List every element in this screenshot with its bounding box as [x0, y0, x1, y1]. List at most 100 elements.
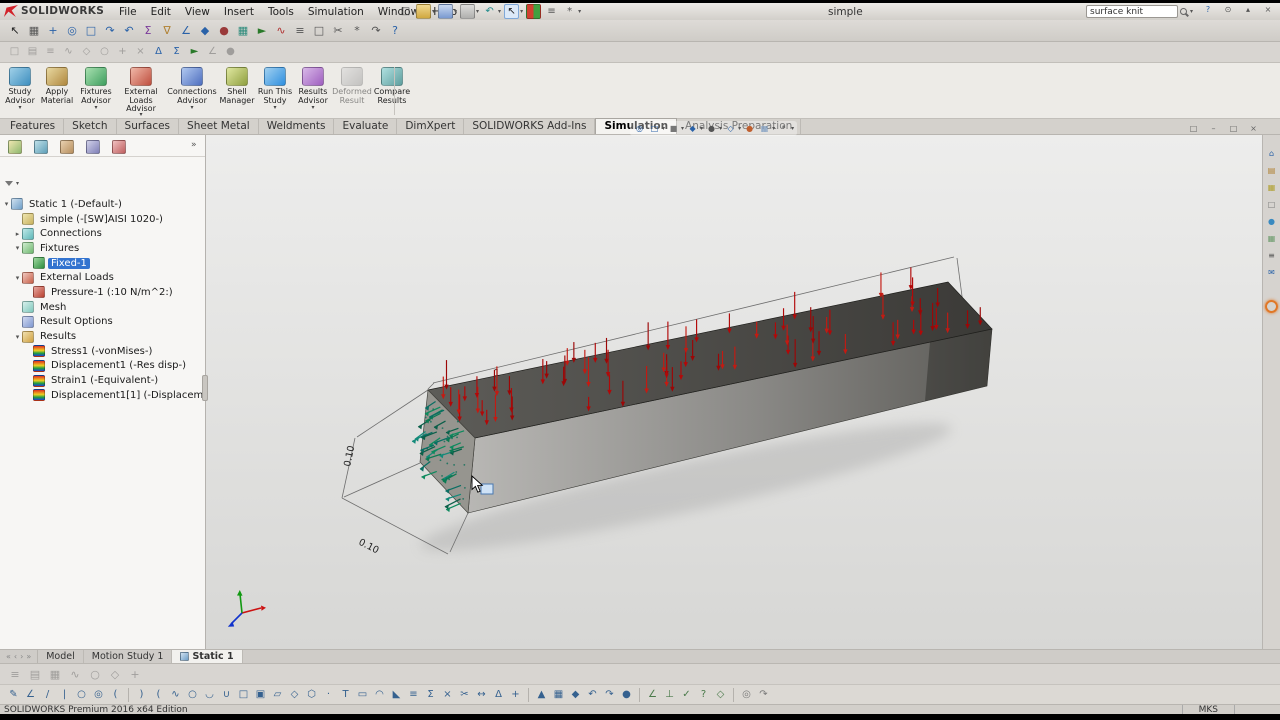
menu-view[interactable]: View: [178, 6, 217, 18]
section-view-icon-caret[interactable]: ▾: [681, 125, 684, 132]
mesh-icon[interactable]: ▦: [235, 23, 251, 39]
study-advisor-button[interactable]: Study Advisor ▾: [3, 65, 37, 117]
tab-evaluate[interactable]: Evaluate: [334, 119, 398, 134]
centerline-icon[interactable]: |: [57, 687, 72, 702]
tree-item-fixtures[interactable]: ▾ Fixtures: [0, 241, 205, 256]
probe-icon[interactable]: ◇: [79, 45, 94, 60]
offset-icon[interactable]: ≡: [406, 687, 421, 702]
design-library-icon[interactable]: ▤: [1265, 164, 1278, 177]
select-all-icon[interactable]: ▦: [26, 23, 42, 39]
results-plot-icon[interactable]: ∿: [273, 23, 289, 39]
study-properties-icon[interactable]: ≡: [43, 45, 58, 60]
split-entities-icon[interactable]: Δ: [491, 687, 506, 702]
fixtures-advisor-caret[interactable]: ▾: [94, 105, 97, 111]
display-style-icon[interactable]: ●: [705, 122, 718, 135]
text-icon[interactable]: T: [338, 687, 353, 702]
note-icon[interactable]: ∿: [67, 666, 83, 682]
line-icon[interactable]: /: [40, 687, 55, 702]
add-relation-icon[interactable]: ⊥: [662, 687, 677, 702]
viewport-minimize-icon[interactable]: –: [1208, 123, 1219, 134]
view-settings-icon[interactable]: *: [777, 122, 790, 135]
menu-edit[interactable]: Edit: [144, 6, 178, 18]
save-icon-caret[interactable]: ▾: [454, 8, 457, 15]
results-advisor-caret[interactable]: ▾: [311, 105, 314, 111]
mirror-entities-icon[interactable]: ▲: [534, 687, 549, 702]
tab-sketch[interactable]: Sketch: [64, 119, 117, 134]
zoom-fit-b-icon[interactable]: ◎: [739, 687, 754, 702]
center-rectangle-icon[interactable]: ▣: [253, 687, 268, 702]
menu-insert[interactable]: Insert: [217, 6, 261, 18]
tab-nav-icon[interactable]: ›: [20, 652, 23, 661]
hide-show-items-icon-caret[interactable]: ▾: [738, 125, 741, 132]
repair-sketch-icon[interactable]: ?: [696, 687, 711, 702]
collapse-icon[interactable]: ▴: [1242, 4, 1254, 16]
view-orientation-icon[interactable]: ◆: [686, 122, 699, 135]
tree-item-static-1-default[interactable]: ▾ Static 1 (-Default-): [0, 197, 205, 212]
smart-dimension-icon[interactable]: ∠: [23, 687, 38, 702]
circle-icon[interactable]: ○: [74, 687, 89, 702]
animate-icon[interactable]: ►: [187, 45, 202, 60]
tab-nav-icon[interactable]: «: [6, 652, 11, 661]
graphics-viewport[interactable]: 1 0.10 0.10 ◎□▾■▾◆▾●▾◇▾●▦▾*▾ □–□×: [206, 121, 1262, 649]
intersection-curve-icon[interactable]: ×: [440, 687, 455, 702]
chamfer-icon[interactable]: ◣: [389, 687, 404, 702]
tree-item-pressure-1-10-n-m-2[interactable]: Pressure-1 (:10 N/m^2:): [0, 285, 205, 300]
search-icon[interactable]: [1180, 8, 1187, 15]
appearances-icon[interactable]: ●: [1265, 215, 1278, 228]
extend-entities-icon[interactable]: ↔: [474, 687, 489, 702]
new-document-icon[interactable]: □: [398, 4, 413, 19]
bottom-tab-model[interactable]: Model: [38, 650, 84, 663]
bottom-tab-static-1[interactable]: Static 1: [172, 650, 243, 663]
tree-item-fixed-1[interactable]: Fixed-1: [0, 256, 205, 271]
circular-pattern-icon[interactable]: ◆: [568, 687, 583, 702]
zoom-to-area-icon-caret[interactable]: ▾: [662, 125, 665, 132]
study-advisor-caret[interactable]: ▾: [18, 105, 21, 111]
apply-scene-icon[interactable]: ▦: [758, 122, 771, 135]
dimension-width[interactable]: 0.10: [357, 537, 381, 556]
view-settings-icon-caret[interactable]: ▾: [791, 125, 794, 132]
file-properties-icon[interactable]: ≡: [544, 4, 559, 19]
menu-file[interactable]: File: [112, 6, 144, 18]
parallelogram-icon[interactable]: ▱: [270, 687, 285, 702]
sketch-icon[interactable]: ✎: [6, 687, 21, 702]
options-gear-icon[interactable]: *: [562, 4, 577, 19]
view-orientation-icon-caret[interactable]: ▾: [700, 125, 703, 132]
refresh-icon[interactable]: ↷: [368, 23, 384, 39]
measure-icon[interactable]: ∠: [178, 23, 194, 39]
select-pointer-icon-caret[interactable]: ▾: [520, 8, 523, 15]
tab-sheet-metal[interactable]: Sheet Metal: [179, 119, 259, 134]
rotate-entities-icon[interactable]: ●: [619, 687, 634, 702]
tab-nav-icon[interactable]: »: [26, 652, 31, 661]
section-view-icon[interactable]: ■: [667, 122, 680, 135]
apply-scene-icon-caret[interactable]: ▾: [772, 125, 775, 132]
apply-material-button[interactable]: Apply Material: [39, 65, 75, 117]
print-icon[interactable]: [460, 4, 476, 19]
tree-item-external-loads[interactable]: ▾ External Loads: [0, 270, 205, 285]
expander-icon[interactable]: ▾: [13, 333, 22, 341]
tangent-arc-icon[interactable]: (: [151, 687, 166, 702]
partial-ellipse-icon[interactable]: ◡: [202, 687, 217, 702]
tab-dimxpert[interactable]: DimXpert: [397, 119, 465, 134]
configurationmanager-tab-icon[interactable]: [60, 139, 74, 154]
tree-item-connections[interactable]: ▸ Connections: [0, 226, 205, 241]
print-icon-caret[interactable]: ▾: [476, 8, 479, 15]
forum-icon[interactable]: ✉: [1265, 266, 1278, 279]
tree-item-strain1-equivalent[interactable]: Strain1 (-Equivalent-): [0, 373, 205, 388]
weld-symbol-icon[interactable]: +: [127, 666, 143, 682]
help-toolbar-icon[interactable]: ?: [387, 23, 403, 39]
filter-funnel-icon[interactable]: [5, 181, 13, 186]
run-this-study-caret[interactable]: ▾: [273, 105, 276, 111]
plane-icon[interactable]: ▭: [355, 687, 370, 702]
zoom-to-fit-icon[interactable]: ◎: [64, 23, 80, 39]
undo-icon-caret[interactable]: ▾: [498, 8, 501, 15]
rectangle-icon[interactable]: □: [236, 687, 251, 702]
equations-icon[interactable]: Σ: [140, 23, 156, 39]
tab-solidworks-add-ins[interactable]: SOLIDWORKS Add-Ins: [464, 119, 596, 134]
displaymanager-tab-icon[interactable]: [112, 139, 126, 154]
expander-icon[interactable]: ▸: [13, 230, 22, 238]
polygon-icon[interactable]: ⬡: [304, 687, 319, 702]
hide-show-items-icon[interactable]: ◇: [724, 122, 737, 135]
point-icon[interactable]: ·: [321, 687, 336, 702]
annotation-icon[interactable]: ▦: [47, 666, 63, 682]
fixtures-advisor-button[interactable]: Fixtures Advisor ▾: [77, 65, 115, 117]
